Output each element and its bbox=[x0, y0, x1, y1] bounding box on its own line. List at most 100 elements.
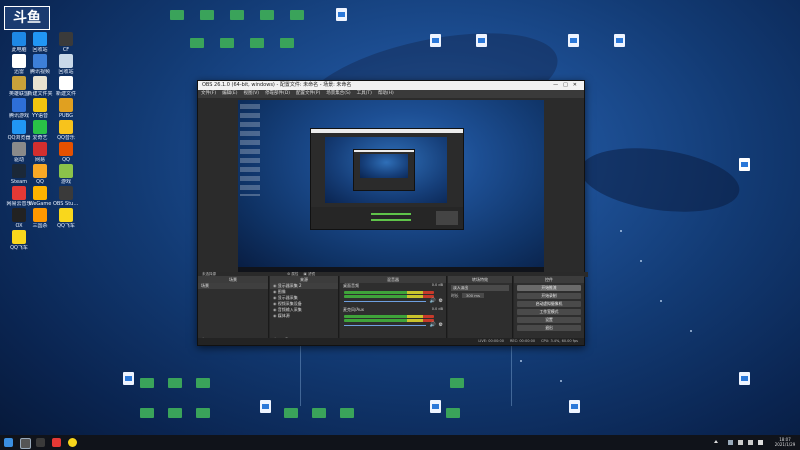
desktop-folder-icon[interactable] bbox=[168, 408, 182, 418]
mixer-header: 混音器 bbox=[340, 276, 446, 283]
desktop-folder-icon[interactable] bbox=[260, 10, 274, 20]
desktop-app-icon[interactable]: OBS Studio bbox=[53, 186, 79, 207]
desktop-folder-icon[interactable] bbox=[284, 408, 298, 418]
scene-item[interactable]: 场景 bbox=[198, 283, 268, 289]
desktop-file-icon[interactable] bbox=[559, 400, 589, 414]
desktop-folder-icon[interactable] bbox=[196, 408, 210, 418]
control-button[interactable]: 开始录制 bbox=[517, 293, 581, 299]
volume-slider[interactable] bbox=[344, 325, 426, 326]
desktop-app-icon[interactable]: 三国杀 bbox=[27, 208, 53, 229]
desktop-app-icon[interactable]: PUBG bbox=[53, 98, 79, 119]
desktop-folder-icon[interactable] bbox=[140, 408, 154, 418]
volume-slider[interactable] bbox=[344, 301, 426, 302]
desktop-app-icon[interactable]: 回收站 bbox=[27, 32, 53, 53]
gear-icon[interactable]: ⚙ bbox=[439, 322, 443, 328]
obs-window[interactable]: OBS 26.1.0 (64-bit, windows) - 配置文件: 未命名… bbox=[197, 80, 588, 346]
desktop-folder-icon[interactable] bbox=[230, 10, 244, 20]
chevron-up-icon[interactable] bbox=[714, 440, 718, 443]
desktop-app-icon[interactable]: QQ飞车 bbox=[53, 208, 79, 229]
desktop-folder-icon[interactable] bbox=[168, 378, 182, 388]
desktop-app-icon[interactable]: 腾讯视频 bbox=[27, 54, 53, 75]
control-button[interactable]: 设置 bbox=[517, 317, 581, 323]
app-label: 新建文件夹 bbox=[27, 91, 53, 97]
app-icon bbox=[33, 76, 47, 90]
desktop-file-icon[interactable] bbox=[113, 372, 143, 386]
desktop-file-icon[interactable] bbox=[250, 400, 280, 414]
obs-titlebar[interactable]: OBS 26.1.0 (64-bit, windows) - 配置文件: 未命名… bbox=[198, 81, 584, 90]
desktop-folder-icon[interactable] bbox=[190, 38, 204, 48]
desktop-app-icon[interactable]: CF bbox=[53, 32, 79, 53]
desktop-app-icon[interactable]: WeGame bbox=[27, 186, 53, 207]
desktop-folder-icon[interactable] bbox=[290, 10, 304, 20]
control-button[interactable]: 工作室模式 bbox=[517, 309, 581, 315]
desktop-folder-icon[interactable] bbox=[340, 408, 354, 418]
menu-item[interactable]: 场景集合(S) bbox=[326, 91, 350, 96]
taskbar-app-icon[interactable] bbox=[36, 438, 45, 447]
desktop-folder-icon[interactable] bbox=[450, 378, 464, 388]
desktop-folder-icon[interactable] bbox=[250, 38, 264, 48]
minimize-icon[interactable]: — bbox=[553, 82, 563, 88]
desktop-app-icon[interactable]: QQ音乐 bbox=[53, 120, 79, 141]
menu-item[interactable]: 配置文件(P) bbox=[296, 91, 320, 96]
menu-item[interactable]: 帮助(H) bbox=[378, 91, 394, 96]
desktop-app-icon[interactable]: 回收站 bbox=[53, 54, 79, 75]
source-item[interactable]: ◉ 媒体源 bbox=[270, 313, 338, 319]
desktop-file-icon[interactable] bbox=[420, 34, 450, 48]
desktop-file-icon[interactable] bbox=[558, 34, 588, 48]
menu-item[interactable]: 文件(F) bbox=[201, 91, 216, 96]
window-controls[interactable]: —□✕ bbox=[553, 81, 582, 90]
tray-app-icon[interactable] bbox=[728, 440, 733, 445]
desktop-app-icon[interactable]: 游戏 bbox=[53, 164, 79, 185]
speaker-icon[interactable]: 🔊 bbox=[430, 322, 436, 328]
desktop-folder-icon[interactable] bbox=[446, 408, 460, 418]
network-icon[interactable] bbox=[738, 440, 743, 445]
menu-item[interactable]: 编辑(E) bbox=[222, 91, 237, 96]
controls-list: 开始推流开始录制启动虚拟摄像机 工作室模式设置退出 bbox=[514, 285, 584, 331]
desktop-app-icon[interactable]: YY语音 bbox=[27, 98, 53, 119]
duration-input[interactable]: 300 ms bbox=[461, 293, 484, 298]
maximize-icon[interactable]: □ bbox=[563, 82, 573, 88]
control-button[interactable]: 退出 bbox=[517, 325, 581, 331]
desktop-folder-icon[interactable] bbox=[200, 10, 214, 20]
control-button[interactable]: 启动虚拟摄像机 bbox=[517, 301, 581, 307]
menu-item[interactable]: 视图(V) bbox=[243, 91, 259, 96]
close-icon[interactable]: ✕ bbox=[573, 82, 582, 88]
volume-meter bbox=[344, 295, 434, 298]
desktop-folder-icon[interactable] bbox=[280, 38, 294, 48]
desktop-folder-icon[interactable] bbox=[196, 378, 210, 388]
desktop-file-icon[interactable] bbox=[604, 34, 634, 48]
gear-icon[interactable]: ⚙ bbox=[439, 298, 443, 304]
desktop-folder-icon[interactable] bbox=[220, 38, 234, 48]
obs-preview[interactable] bbox=[238, 100, 544, 272]
transition-select[interactable]: 淡入淡出 bbox=[451, 285, 509, 291]
taskbar-app-icon[interactable] bbox=[20, 438, 31, 449]
windows-start-icon[interactable] bbox=[4, 438, 13, 447]
desktop-app-icon[interactable]: 新建文件 bbox=[53, 76, 79, 97]
menu-item[interactable]: 工具(T) bbox=[357, 91, 372, 96]
speaker-icon[interactable]: 🔊 bbox=[430, 298, 436, 304]
desktop-folder-icon[interactable] bbox=[312, 408, 326, 418]
menu-item[interactable]: 停靠部件(D) bbox=[265, 91, 290, 96]
desktop-file-icon[interactable] bbox=[729, 372, 759, 386]
desktop-file-icon[interactable] bbox=[729, 158, 759, 172]
desktop-app-icon[interactable]: QQ bbox=[53, 142, 79, 163]
app-icon bbox=[33, 32, 47, 46]
control-button[interactable]: 开始推流 bbox=[517, 285, 581, 291]
app-icon bbox=[33, 54, 47, 68]
desktop-file-icon[interactable] bbox=[466, 34, 496, 48]
desktop-app-icon[interactable]: 新建文件夹 bbox=[27, 76, 53, 97]
desktop-app-icon[interactable]: 网易 bbox=[27, 142, 53, 163]
desktop-app-icon[interactable]: QQ bbox=[27, 164, 53, 185]
desktop-app-icon[interactable]: 爱奇艺 bbox=[27, 120, 53, 141]
input-method-icon[interactable] bbox=[758, 440, 763, 445]
app-label: 回收站 bbox=[58, 69, 74, 75]
taskbar-app-icon[interactable] bbox=[52, 438, 61, 447]
taskbar-app-icon[interactable] bbox=[68, 438, 77, 447]
desktop-folder-icon[interactable] bbox=[140, 378, 154, 388]
volume-icon[interactable] bbox=[748, 440, 753, 445]
desktop-file-icon[interactable] bbox=[326, 8, 356, 22]
douyu-logo[interactable]: 斗鱼 bbox=[4, 6, 50, 30]
taskbar-clock[interactable]: 18:07 2021/1/29 bbox=[774, 437, 796, 447]
desktop-folder-icon[interactable] bbox=[170, 10, 184, 20]
desktop-app-icon[interactable]: QQ飞车 bbox=[6, 230, 32, 251]
